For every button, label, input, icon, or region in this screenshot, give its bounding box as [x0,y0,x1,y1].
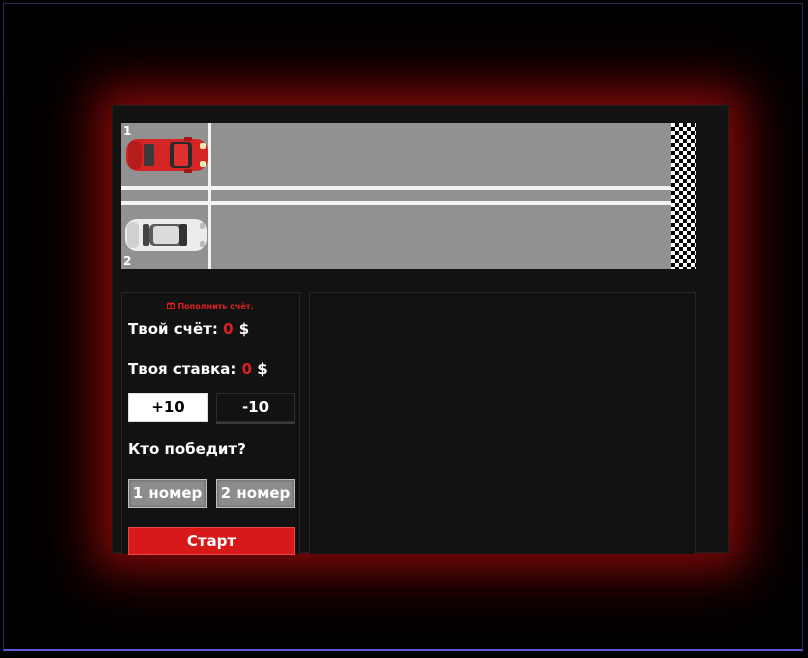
race-game-container: 1 2 Пополнить счёт. Твой счёт: 0 $ Твоя … [112,105,729,555]
pick-car-1-button[interactable]: 1 номер [128,479,207,508]
top-up-label: Пополнить счёт. [177,302,254,311]
pick-car-2-button[interactable]: 2 номер [216,479,295,508]
who-wins-question: Кто победит? [128,440,246,458]
start-button[interactable]: Старт [128,527,295,555]
gift-icon [167,301,176,311]
bet-value: 0 [241,360,253,378]
red-car-icon [126,137,208,173]
balance-label: Твой счёт: [128,320,218,338]
bet-label: Твоя ставка: [128,360,237,378]
betting-panel: Пополнить счёт. Твой счёт: 0 $ Твоя став… [121,292,300,555]
lane-2-number: 2 [123,254,132,268]
bet-row: Твоя ставка: 0 $ [128,360,268,378]
bet-currency: $ [257,360,268,378]
page-frame: 1 2 Пополнить счёт. Твой счёт: 0 $ Твоя … [3,3,803,651]
top-up-link[interactable]: Пополнить счёт. [122,301,299,311]
lane-divider-top [121,186,671,190]
white-car-icon [125,219,207,251]
balance-row: Твой счёт: 0 $ [128,320,249,338]
balance-currency: $ [238,320,250,338]
race-track: 1 2 [121,123,696,269]
balance-value: 0 [223,320,234,338]
increase-bet-button[interactable]: +10 [128,393,208,422]
race-log-panel [309,292,696,554]
lane-divider-bottom [121,201,671,205]
decrease-bet-button[interactable]: -10 [216,393,295,422]
finish-line-checkered [671,123,696,269]
